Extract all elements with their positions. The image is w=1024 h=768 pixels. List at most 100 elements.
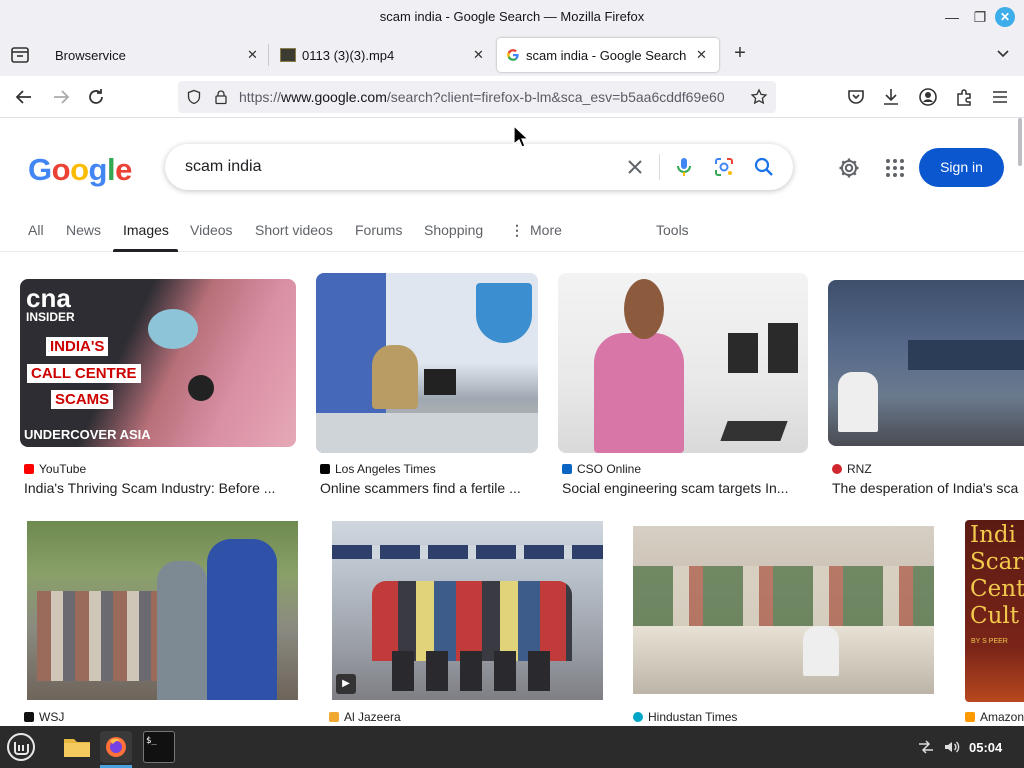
- tab-separator: [268, 44, 269, 66]
- address-bar[interactable]: https://www.google.com/search?client=fir…: [178, 81, 776, 113]
- image-title[interactable]: Social engineering scam targets In...: [562, 480, 802, 496]
- desk-shape: [316, 413, 538, 453]
- source-label: WSJ: [39, 710, 65, 724]
- image-thumbnail[interactable]: Indi Scar Cent Cult BY S PEER: [965, 520, 1024, 702]
- thumbnail-overlay-text: INSIDER: [26, 310, 75, 324]
- cso-icon: [562, 464, 572, 474]
- image-thumbnail[interactable]: [316, 273, 538, 453]
- url-path: /search?client=firefox-b-lm&sca_esv=b5aa…: [386, 89, 725, 105]
- monitor-shape: [424, 369, 456, 395]
- firefox-taskbar-button[interactable]: [100, 731, 132, 763]
- url-text[interactable]: https://www.google.com/search?client=fir…: [239, 89, 739, 105]
- tab-forums[interactable]: Forums: [355, 222, 402, 238]
- tab-images[interactable]: Images: [123, 222, 169, 238]
- menu-hamburger-icon[interactable]: [989, 86, 1011, 108]
- download-icon[interactable]: [880, 86, 902, 108]
- image-thumbnail[interactable]: [27, 521, 298, 700]
- amazon-icon: [965, 712, 975, 722]
- play-icon[interactable]: ▶: [336, 674, 356, 694]
- pocket-icon[interactable]: [845, 86, 867, 108]
- new-tab-button[interactable]: +: [729, 42, 751, 64]
- account-icon[interactable]: [917, 86, 939, 108]
- search-icon[interactable]: [752, 155, 776, 179]
- image-source[interactable]: Los Angeles Times: [320, 462, 436, 476]
- search-input[interactable]: scam india: [185, 158, 261, 176]
- monitor-shape: [768, 323, 798, 373]
- chevron-down-icon[interactable]: [993, 43, 1013, 63]
- clear-icon[interactable]: [623, 155, 647, 179]
- source-label: YouTube: [39, 462, 87, 476]
- image-title[interactable]: Online scammers find a fertile ...: [320, 480, 534, 496]
- image-thumbnail[interactable]: cna INSIDER INDIA'S CALL CENTRE SCAMS UN…: [20, 279, 296, 447]
- logo-letter: G: [28, 152, 52, 187]
- logo-letter: e: [115, 152, 132, 187]
- image-title[interactable]: India's Thriving Scam Industry: Before .…: [24, 480, 294, 496]
- close-tab-icon[interactable]: ✕: [473, 47, 484, 63]
- mint-menu-icon[interactable]: [5, 731, 37, 763]
- active-tab-underline: [113, 249, 178, 252]
- hindustan-times-icon: [633, 712, 643, 722]
- image-source[interactable]: Hindustan Times: [633, 710, 737, 724]
- tab-all[interactable]: All: [28, 222, 44, 238]
- tab-more[interactable]: ⋮ More: [510, 222, 562, 239]
- image-source[interactable]: YouTube: [24, 462, 86, 476]
- terminal-icon[interactable]: $_: [143, 731, 175, 763]
- reload-icon[interactable]: [85, 86, 107, 108]
- extensions-icon[interactable]: [953, 86, 975, 108]
- image-source[interactable]: CSO Online: [562, 462, 641, 476]
- image-source[interactable]: WSJ: [24, 710, 64, 724]
- logo-letter: o: [70, 152, 89, 187]
- tab-news[interactable]: News: [66, 222, 101, 238]
- shield-icon[interactable]: [186, 89, 202, 105]
- close-tab-icon[interactable]: ✕: [696, 47, 707, 63]
- url-prefix: https://: [239, 89, 282, 105]
- network-icon[interactable]: [917, 739, 935, 755]
- google-logo[interactable]: Google: [28, 152, 132, 188]
- forward-arrow-icon[interactable]: [50, 86, 72, 108]
- tab-strip: Browservice ✕ 0113 (3)(3).mp4 ✕ scam ind…: [0, 34, 1024, 76]
- bookmark-star-icon[interactable]: [750, 88, 768, 106]
- latimes-icon: [320, 464, 330, 474]
- desktop-screen: { "window": { "title": "scam india - Goo…: [0, 0, 1024, 768]
- book-cover-author: BY S PEER: [971, 638, 1008, 645]
- person-head-shape: [624, 279, 664, 339]
- close-window-button[interactable]: ✕: [995, 7, 1015, 27]
- image-thumbnail[interactable]: [558, 273, 808, 453]
- luggage-shape: [392, 651, 562, 691]
- image-thumbnail[interactable]: [633, 526, 934, 694]
- book-cover-text: Indi: [970, 522, 1016, 548]
- back-arrow-icon[interactable]: [13, 86, 35, 108]
- lock-icon[interactable]: [213, 89, 229, 105]
- settings-gear-icon[interactable]: [837, 156, 861, 180]
- tab-short-videos[interactable]: Short videos: [255, 222, 333, 238]
- image-thumbnail[interactable]: ▶: [332, 521, 603, 700]
- tab-google-search[interactable]: scam india - Google Search ✕: [497, 38, 719, 72]
- tab-more-label: More: [530, 222, 562, 238]
- firefox-icon: [106, 737, 126, 757]
- microphone-icon[interactable]: [672, 155, 696, 179]
- volume-icon[interactable]: [943, 738, 961, 756]
- image-source[interactable]: Al Jazeera: [329, 710, 401, 724]
- close-tab-icon[interactable]: ✕: [247, 47, 258, 63]
- apps-grid-icon[interactable]: [883, 156, 907, 180]
- lens-camera-icon[interactable]: [712, 155, 736, 179]
- person-shirt-shape: [594, 333, 684, 453]
- tab-shopping[interactable]: Shopping: [424, 222, 483, 238]
- tab-videos[interactable]: Videos: [190, 222, 233, 238]
- minimize-button[interactable]: —: [942, 7, 962, 27]
- people-group-shape: [372, 581, 572, 661]
- image-source[interactable]: RNZ: [832, 462, 872, 476]
- tab-browservice[interactable]: Browservice ✕: [44, 38, 268, 72]
- tab-overview-icon[interactable]: [8, 43, 32, 67]
- image-source[interactable]: Amazon: [965, 710, 1024, 724]
- image-title[interactable]: The desperation of India's sca: [832, 480, 1024, 496]
- image-thumbnail[interactable]: [828, 280, 1024, 446]
- sign-in-button[interactable]: Sign in: [919, 148, 1004, 187]
- search-box[interactable]: scam india: [165, 144, 793, 190]
- page-scrollbar[interactable]: [1018, 118, 1022, 166]
- maximize-button[interactable]: ❐: [970, 7, 990, 27]
- clock[interactable]: 05:04: [969, 740, 1002, 755]
- tab-tools[interactable]: Tools: [656, 222, 689, 238]
- folder-icon[interactable]: [61, 731, 93, 763]
- tab-video[interactable]: 0113 (3)(3).mp4 ✕: [270, 38, 494, 72]
